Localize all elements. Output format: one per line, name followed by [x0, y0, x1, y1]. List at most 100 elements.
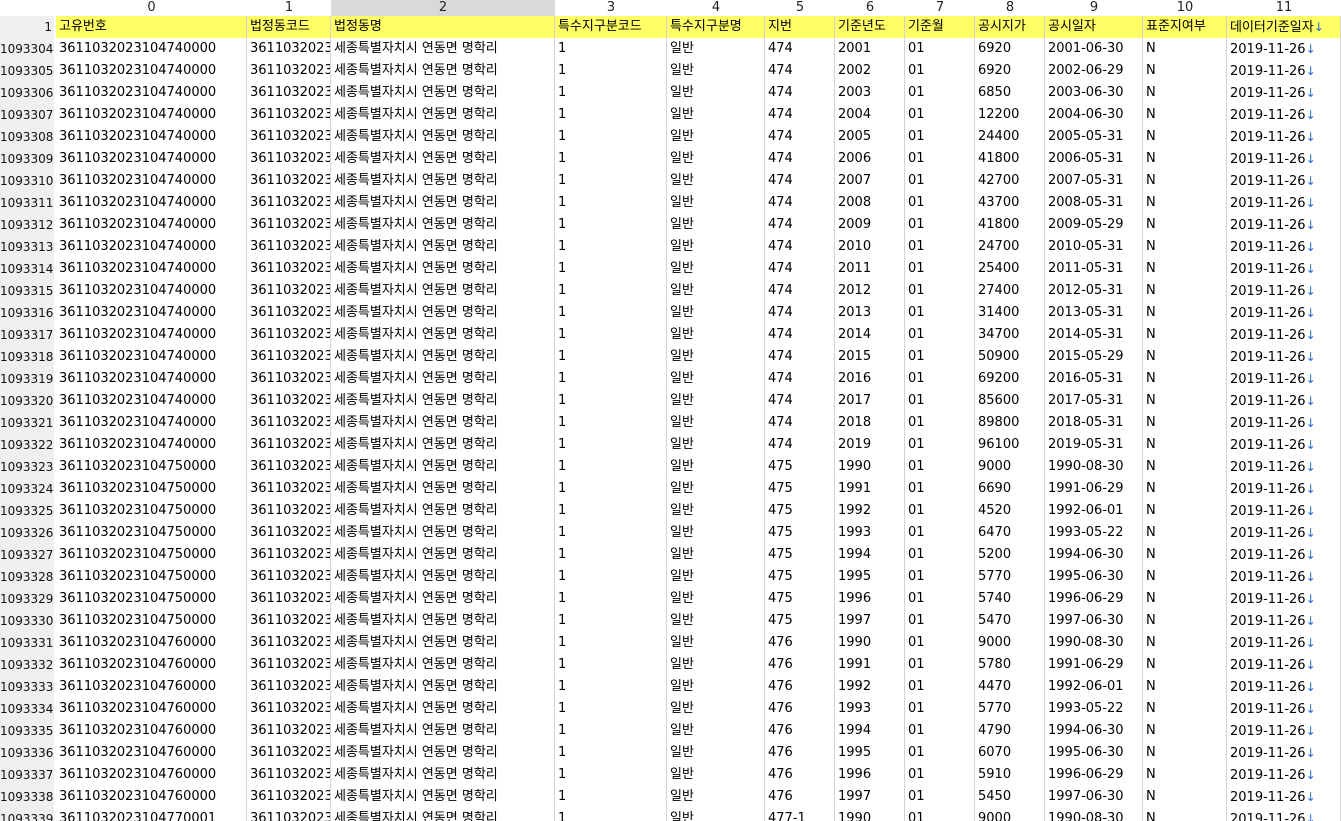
table-cell[interactable]: 일반 — [667, 742, 765, 764]
table-cell[interactable]: 세종특별자치시 연동면 명학리 — [331, 434, 555, 456]
table-cell[interactable]: 2015-05-29 — [1045, 346, 1143, 368]
table-cell[interactable]: 3611032023104750000 — [56, 566, 247, 588]
table-cell[interactable]: 1 — [555, 566, 667, 588]
row-number[interactable]: 1093311 — [0, 192, 54, 214]
table-cell[interactable]: 43700 — [975, 192, 1045, 214]
table-cell[interactable]: 2019-11-26↓ — [1227, 676, 1341, 698]
table-cell[interactable]: N — [1143, 610, 1227, 632]
table-cell[interactable]: 세종특별자치시 연동면 명학리 — [331, 456, 555, 478]
table-cell[interactable]: 2011-05-31 — [1045, 258, 1143, 280]
table-cell[interactable]: 3611032023 — [247, 214, 331, 236]
row-number[interactable]: 1093305 — [0, 60, 54, 82]
table-cell[interactable]: 2006-05-31 — [1045, 148, 1143, 170]
table-cell[interactable]: 5470 — [975, 610, 1045, 632]
table-cell[interactable]: 3611032023104750000 — [56, 522, 247, 544]
table-cell[interactable]: 474 — [765, 126, 835, 148]
table-cell[interactable]: 3611032023 — [247, 632, 331, 654]
table-cell[interactable]: 2019-11-26↓ — [1227, 566, 1341, 588]
table-cell[interactable]: 01 — [905, 676, 975, 698]
table-cell[interactable]: 361103202310474​0000 — [56, 38, 247, 60]
row-number[interactable]: 1093334 — [0, 698, 54, 720]
table-cell[interactable]: 3611032023 — [247, 566, 331, 588]
table-cell[interactable]: N — [1143, 236, 1227, 258]
table-cell[interactable]: N — [1143, 698, 1227, 720]
table-cell[interactable]: 475 — [765, 588, 835, 610]
table-cell[interactable]: 01 — [905, 302, 975, 324]
table-cell[interactable]: 1 — [555, 170, 667, 192]
table-cell[interactable]: 3611032023104740000 — [56, 258, 247, 280]
table-cell[interactable]: 3611032023 — [247, 786, 331, 808]
table-cell[interactable]: N — [1143, 60, 1227, 82]
table-cell[interactable]: 3611032023 — [247, 522, 331, 544]
table-cell[interactable]: 42700 — [975, 170, 1045, 192]
table-cell[interactable]: N — [1143, 434, 1227, 456]
table-cell[interactable]: 3611032023 — [247, 412, 331, 434]
table-cell[interactable]: 2005 — [835, 126, 905, 148]
table-cell[interactable]: 1 — [555, 258, 667, 280]
table-cell[interactable]: 2008-05-31 — [1045, 192, 1143, 214]
table-cell[interactable]: N — [1143, 280, 1227, 302]
table-cell[interactable]: 세종특별자치시 연동면 명학리 — [331, 786, 555, 808]
table-cell[interactable]: 세종특별자치시 연동면 명학리 — [331, 104, 555, 126]
table-cell[interactable]: 2012 — [835, 280, 905, 302]
table-cell[interactable]: 일반 — [667, 170, 765, 192]
table-cell[interactable]: 2016 — [835, 368, 905, 390]
table-cell[interactable]: N — [1143, 148, 1227, 170]
table-cell[interactable]: 일반 — [667, 368, 765, 390]
column-header-4[interactable]: 4 — [667, 0, 765, 16]
table-cell[interactable]: 2019-11-26↓ — [1227, 60, 1341, 82]
table-cell[interactable]: 세종특별자치시 연동면 명학리 — [331, 764, 555, 786]
row-number[interactable]: 1093339 — [0, 808, 54, 821]
table-cell[interactable]: 1993-05-22 — [1045, 698, 1143, 720]
table-cell[interactable]: 2011 — [835, 258, 905, 280]
table-cell[interactable]: 1995-06-30 — [1045, 742, 1143, 764]
table-cell[interactable]: 01 — [905, 258, 975, 280]
table-cell[interactable]: N — [1143, 632, 1227, 654]
table-cell[interactable]: 474 — [765, 434, 835, 456]
table-cell[interactable]: 1 — [555, 676, 667, 698]
table-cell[interactable]: 세종특별자치시 연동면 명학리 — [331, 390, 555, 412]
table-cell[interactable]: 3611032023104760000 — [56, 698, 247, 720]
table-cell[interactable]: 1997-06-30 — [1045, 786, 1143, 808]
table-cell[interactable]: 1 — [555, 412, 667, 434]
table-cell[interactable]: 3611032023 — [247, 104, 331, 126]
table-cell[interactable]: 3611032023 — [247, 610, 331, 632]
table-cell[interactable]: 2019-11-26↓ — [1227, 302, 1341, 324]
table-cell[interactable]: 2019-11-26↓ — [1227, 82, 1341, 104]
table-cell[interactable]: 01 — [905, 742, 975, 764]
table-cell[interactable]: N — [1143, 588, 1227, 610]
table-cell[interactable]: 474 — [765, 302, 835, 324]
table-cell[interactable]: 세종특별자치시 연동면 명학리 — [331, 170, 555, 192]
row-number[interactable]: 1093329 — [0, 588, 54, 610]
table-cell[interactable]: 1 — [555, 82, 667, 104]
table-cell[interactable]: 2001-06-30 — [1045, 38, 1143, 60]
table-cell[interactable]: 3611032023 — [247, 676, 331, 698]
table-cell[interactable]: 01 — [905, 148, 975, 170]
table-cell[interactable]: 1 — [555, 654, 667, 676]
table-cell[interactable]: 3611032023104740000 — [56, 302, 247, 324]
table-cell[interactable]: 2019-11-26↓ — [1227, 258, 1341, 280]
table-cell[interactable]: 3611032023 — [247, 742, 331, 764]
table-cell[interactable]: 5450 — [975, 786, 1045, 808]
table-cell[interactable]: 1993 — [835, 522, 905, 544]
table-cell[interactable]: 1 — [555, 346, 667, 368]
table-cell[interactable]: 4470 — [975, 676, 1045, 698]
row-number[interactable]: 1093304 — [0, 38, 54, 60]
table-cell[interactable]: 5200 — [975, 544, 1045, 566]
table-cell[interactable]: 01 — [905, 192, 975, 214]
table-cell[interactable]: 1995-06-30 — [1045, 566, 1143, 588]
table-cell[interactable]: N — [1143, 170, 1227, 192]
table-cell[interactable]: 2009 — [835, 214, 905, 236]
table-cell[interactable]: 2019-05-31 — [1045, 434, 1143, 456]
table-cell[interactable]: N — [1143, 786, 1227, 808]
table-cell[interactable]: 4790 — [975, 720, 1045, 742]
table-cell[interactable]: 27400 — [975, 280, 1045, 302]
table-cell[interactable]: 3611032023 — [247, 236, 331, 258]
table-cell[interactable]: 3611032023 — [247, 192, 331, 214]
table-cell[interactable]: 1991-06-29 — [1045, 478, 1143, 500]
table-cell[interactable]: 1994 — [835, 544, 905, 566]
table-cell[interactable]: 1 — [555, 104, 667, 126]
table-cell[interactable]: 일반 — [667, 38, 765, 60]
table-cell[interactable]: 일반 — [667, 786, 765, 808]
table-cell[interactable]: 세종특별자치시 연동면 명학리 — [331, 742, 555, 764]
